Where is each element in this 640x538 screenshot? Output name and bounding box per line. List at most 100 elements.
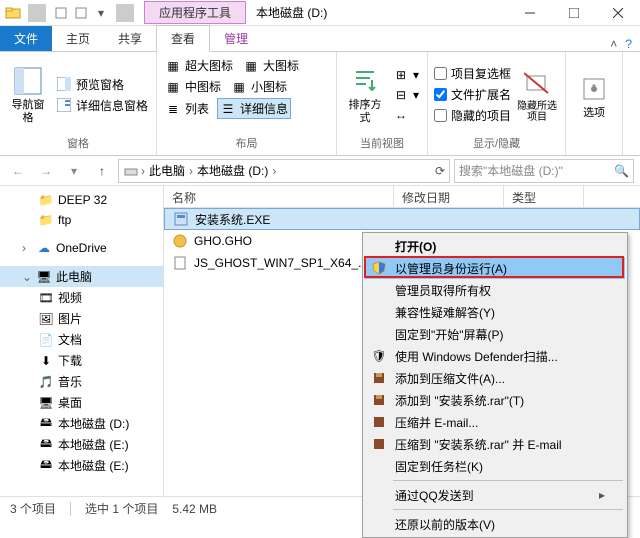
tree-onedrive[interactable]: ›☁OneDrive — [0, 238, 163, 258]
nav-tree[interactable]: 📁DEEP 32 📁ftp ›☁OneDrive ⌄🖥此电脑 🎞视频 🖼图片 📄… — [0, 186, 164, 496]
tab-view[interactable]: 查看 — [156, 25, 210, 52]
ctx-send-qq[interactable]: 通过QQ发送到▸ — [365, 484, 625, 506]
preview-pane-button[interactable]: 预览窗格 — [54, 75, 150, 94]
search-placeholder: 搜索"本地磁盘 (D:)" — [459, 162, 563, 179]
back-button[interactable]: ← — [6, 159, 30, 183]
ctx-open[interactable]: 打开(O) — [365, 235, 625, 257]
tab-home[interactable]: 主页 — [52, 26, 104, 51]
ctx-run-as-admin[interactable]: 以管理员身份运行(A) — [365, 257, 625, 279]
list-icon: ≣ — [165, 101, 181, 117]
help-icon[interactable]: ? — [625, 37, 632, 51]
defender-icon: 🛡 — [371, 348, 387, 364]
file-icon — [172, 255, 188, 271]
options-button[interactable]: 选项 — [572, 56, 616, 137]
cloud-icon: ☁ — [36, 240, 52, 256]
ctx-add-archive-named[interactable]: 添加到 "安装系统.rar"(T) — [365, 389, 625, 411]
ctx-compress-email[interactable]: 压缩并 E-mail... — [365, 411, 625, 433]
tab-file[interactable]: 文件 — [0, 26, 52, 51]
forward-button[interactable]: → — [34, 159, 58, 183]
tree-documents[interactable]: 📄文档 — [0, 329, 163, 350]
ctx-pin-taskbar[interactable]: 固定到任务栏(K) — [365, 455, 625, 477]
ctx-compat[interactable]: 兼容性疑难解答(Y) — [365, 301, 625, 323]
tree-drive-e2[interactable]: 🖴本地磁盘 (E:) — [0, 455, 163, 476]
shield-icon — [371, 260, 387, 276]
details-pane-button[interactable]: 详细信息窗格 — [54, 96, 150, 115]
details-pane-icon — [56, 97, 72, 113]
tree-drive-e[interactable]: 🖴本地磁盘 (E:) — [0, 434, 163, 455]
view-large[interactable]: ▦大图标 — [241, 56, 301, 75]
view-extra-large[interactable]: ▦超大图标 — [163, 56, 235, 75]
col-name[interactable]: 名称 — [164, 186, 394, 207]
status-count: 3 个项目 — [10, 500, 56, 517]
address-bar: ← → ▾ ↑ › 此电脑 › 本地磁盘 (D:) › ⟳ 搜索"本地磁盘 (D… — [0, 156, 640, 186]
group-panes-label: 窗格 — [6, 135, 150, 151]
nav-pane-icon — [12, 65, 44, 97]
tree-folder[interactable]: 📁ftp — [0, 210, 163, 230]
maximize-button[interactable] — [552, 0, 596, 26]
view-list[interactable]: ≣列表 — [163, 98, 211, 119]
tree-pictures[interactable]: 🖼图片 — [0, 308, 163, 329]
ctx-restore-prev[interactable]: 还原以前的版本(V) — [365, 513, 625, 535]
ctx-pin-start[interactable]: 固定到"开始"屏幕(P) — [365, 323, 625, 345]
exe-icon — [173, 211, 189, 227]
ribbon: 导航窗格 预览窗格 详细信息窗格 窗格 ▦超大图标 ▦大图标 ▦中图标 ▦小图标… — [0, 52, 640, 156]
tree-folder[interactable]: 📁DEEP 32 — [0, 190, 163, 210]
close-button[interactable] — [596, 0, 640, 26]
group-by-button[interactable]: ⊟▾ — [391, 86, 421, 104]
options-icon — [578, 73, 610, 105]
add-columns-button[interactable]: ⊞▾ — [391, 66, 421, 84]
context-menu: 打开(O) 以管理员身份运行(A) 管理员取得所有权 兼容性疑难解答(Y) 固定… — [362, 232, 628, 538]
ribbon-tabs: 文件 主页 共享 查看 管理 ˄ ? — [0, 26, 640, 52]
crumb-thispc[interactable]: 此电脑 — [147, 162, 187, 179]
ribbon-collapse-icon[interactable]: ˄ — [610, 37, 617, 51]
tree-music[interactable]: 🎵音乐 — [0, 371, 163, 392]
group-layout-label: 布局 — [163, 135, 330, 151]
checkbox-item-checkboxes[interactable]: 项目复选框 — [434, 65, 511, 82]
tree-desktop[interactable]: 🖥桌面 — [0, 392, 163, 413]
sort-button[interactable]: 排序方式 — [343, 56, 387, 133]
drive-icon — [123, 163, 139, 179]
tab-share[interactable]: 共享 — [104, 26, 156, 51]
list-item[interactable]: 安装系统.EXE — [164, 208, 640, 230]
col-date[interactable]: 修改日期 — [394, 186, 504, 207]
hide-icon — [521, 67, 553, 99]
refresh-icon[interactable]: ⟳ — [435, 164, 445, 178]
tree-videos[interactable]: 🎞视频 — [0, 287, 163, 308]
tab-manage[interactable]: 管理 — [210, 26, 262, 51]
breadcrumb[interactable]: › 此电脑 › 本地磁盘 (D:) › ⟳ — [118, 159, 450, 183]
list-header[interactable]: 名称 修改日期 类型 — [164, 186, 640, 208]
view-details[interactable]: ☰详细信息 — [217, 98, 291, 119]
size-columns-button[interactable]: ↔ — [391, 106, 421, 124]
folder-icon — [4, 4, 22, 22]
qat-item[interactable] — [72, 4, 90, 22]
ctx-compress-email-named[interactable]: 压缩到 "安装系统.rar" 并 E-mail — [365, 433, 625, 455]
crumb-drive[interactable]: 本地磁盘 (D:) — [195, 162, 270, 179]
preview-icon — [56, 76, 72, 92]
details-icon: ☰ — [220, 101, 236, 117]
ctx-defender[interactable]: 🛡使用 Windows Defender扫描... — [365, 345, 625, 367]
qat-item[interactable] — [52, 4, 70, 22]
view-small[interactable]: ▦小图标 — [229, 77, 289, 96]
titlebar: ▾ 应用程序工具 本地磁盘 (D:) — [0, 0, 640, 26]
search-input[interactable]: 搜索"本地磁盘 (D:)" 🔍 — [454, 159, 634, 183]
up-button[interactable]: ↑ — [90, 159, 114, 183]
gho-icon — [172, 233, 188, 249]
ctx-add-archive[interactable]: 添加到压缩文件(A)... — [365, 367, 625, 389]
tree-drive-d[interactable]: 🖴本地磁盘 (D:) — [0, 413, 163, 434]
checkbox-hidden-items[interactable]: 隐藏的项目 — [434, 107, 511, 124]
group-current-label: 当前视图 — [343, 135, 421, 151]
rar-icon — [371, 392, 387, 408]
col-type[interactable]: 类型 — [504, 186, 584, 207]
view-medium[interactable]: ▦中图标 — [163, 77, 223, 96]
checkbox-file-extensions[interactable]: 文件扩展名 — [434, 86, 511, 103]
qat-dropdown[interactable]: ▾ — [92, 4, 110, 22]
recent-button[interactable]: ▾ — [62, 159, 86, 183]
ctx-admin-takeown[interactable]: 管理员取得所有权 — [365, 279, 625, 301]
tree-downloads[interactable]: ⬇下载 — [0, 350, 163, 371]
pc-icon: 🖥 — [36, 269, 52, 285]
minimize-button[interactable] — [508, 0, 552, 26]
rar-icon — [371, 370, 387, 386]
hide-selected-button[interactable]: 隐藏所选项目 — [515, 56, 559, 133]
tree-thispc[interactable]: ⌄🖥此电脑 — [0, 266, 163, 287]
nav-pane-button[interactable]: 导航窗格 — [6, 56, 50, 133]
